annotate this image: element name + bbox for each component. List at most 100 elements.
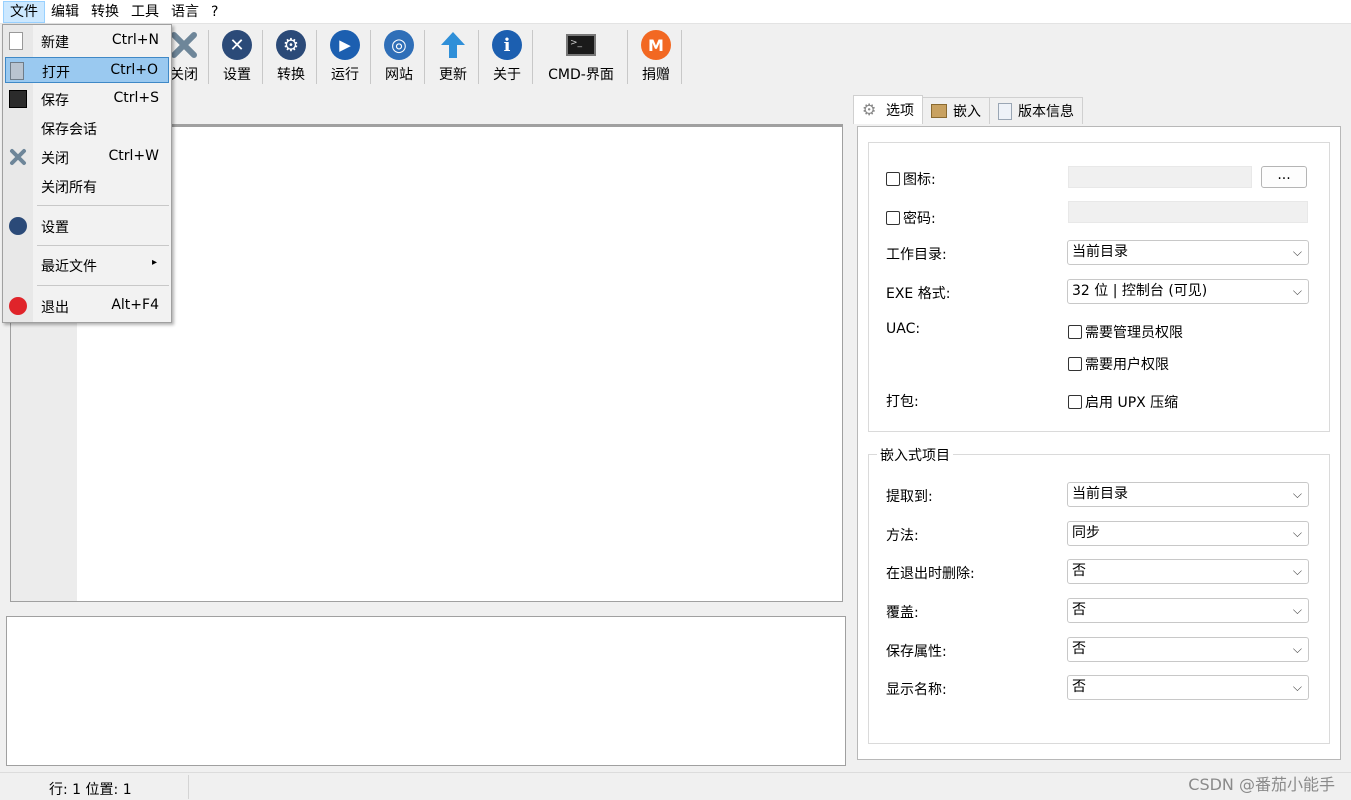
menu-item-save-session[interactable]: 保存会话 [5,115,169,141]
uac-label: UAC: [886,321,921,337]
tab-options[interactable]: ⚙ 选项 [853,95,923,124]
show-name-select[interactable]: 否 ⌵ [1067,675,1309,700]
toolbar-donate-button[interactable]: M 捐赠 [637,29,675,85]
toolbar-convert-button[interactable]: ⚙ 转换 [272,29,310,85]
save-attributes-value: 否 [1072,641,1086,657]
open-folder-icon [10,62,24,80]
settings-icon: ✕ [221,29,253,61]
up-arrow-icon [437,29,469,61]
delete-on-exit-select[interactable]: 否 ⌵ [1067,559,1309,584]
menu-separator [37,285,169,286]
menu-edit[interactable]: 编辑 [45,1,85,23]
extract-to-select[interactable]: 当前目录 ⌵ [1067,482,1309,507]
icon-checkbox[interactable] [886,172,900,186]
show-name-value: 否 [1072,679,1086,695]
menu-item-save-session-label: 保存会话 [41,122,97,138]
overwrite-select[interactable]: 否 ⌵ [1067,598,1309,623]
workdir-label: 工作目录: [886,247,947,263]
password-checkbox-row[interactable]: 密码: [886,208,936,228]
output-panel[interactable] [6,616,846,766]
toolbar-separator [316,30,317,84]
uac-admin-checkbox[interactable] [1068,325,1082,339]
menu-item-settings[interactable]: 设置 [5,213,169,239]
toolbar-separator [478,30,479,84]
upx-label: 启用 UPX 压缩 [1085,395,1179,411]
icon-browse-button[interactable]: ... [1261,166,1307,188]
upx-row[interactable]: 启用 UPX 压缩 [1068,392,1178,412]
chevron-down-icon: ⌵ [1292,642,1302,656]
menu-item-close-all-label: 关闭所有 [41,180,97,196]
icon-checkbox-row[interactable]: 图标: [886,169,936,189]
exe-format-select[interactable]: 32 位 | 控制台 (可见) ⌵ [1067,279,1309,304]
menu-item-save-label: 保存 [41,93,69,109]
tab-version-info-label: 版本信息 [1018,104,1074,120]
chevron-down-icon: ⌵ [1292,284,1302,298]
menu-item-exit[interactable]: 退出 Alt+F4 [5,293,169,319]
toolbar-website-label: 网站 [385,67,413,83]
menu-item-open[interactable]: 打开 Ctrl+O [5,57,169,83]
toolbar-website-button[interactable]: ◎ 网站 [380,29,418,85]
uac-user-checkbox[interactable] [1068,357,1082,371]
exe-format-label: EXE 格式: [886,286,951,302]
password-checkbox[interactable] [886,211,900,225]
toolbar-about-button[interactable]: i 关于 [488,29,526,85]
menu-language[interactable]: 语言 [165,1,205,23]
menu-item-new[interactable]: 新建 Ctrl+N [5,28,169,54]
delete-on-exit-value: 否 [1072,563,1086,579]
menu-item-save-accel: Ctrl+S [113,90,159,106]
menu-item-recent-files-label: 最近文件 [41,259,97,275]
toolbar-run-button[interactable]: ▶ 运行 [326,29,364,85]
uac-user-row[interactable]: 需要用户权限 [1068,354,1169,374]
workdir-select[interactable]: 当前目录 ⌵ [1067,240,1309,265]
save-attributes-label: 保存属性: [886,644,947,660]
terminal-icon: >_ [565,29,597,61]
menu-item-exit-label: 退出 [41,300,69,316]
show-name-label: 显示名称: [886,682,947,698]
menu-item-close-all[interactable]: 关闭所有 [5,173,169,199]
chevron-down-icon: ⌵ [1292,245,1302,259]
upx-checkbox[interactable] [1068,395,1082,409]
menu-item-settings-label: 设置 [41,220,69,236]
menu-item-exit-accel: Alt+F4 [111,297,159,313]
menu-item-close-label: 关闭 [41,151,69,167]
menu-item-new-label: 新建 [41,35,69,51]
delete-on-exit-label: 在退出时删除: [886,566,975,582]
save-attributes-select[interactable]: 否 ⌵ [1067,637,1309,662]
toolbar-update-button[interactable]: 更新 [434,29,472,85]
password-input[interactable] [1068,201,1308,223]
extract-to-value: 当前目录 [1072,486,1128,502]
method-select[interactable]: 同步 ⌵ [1067,521,1309,546]
menu-tools[interactable]: 工具 [125,1,165,23]
uac-admin-label: 需要管理员权限 [1085,325,1183,341]
toolbar-settings-button[interactable]: ✕ 设置 [218,29,256,85]
close-x-icon [9,148,27,166]
menu-item-save[interactable]: 保存 Ctrl+S [5,86,169,112]
chevron-down-icon: ⌵ [1292,680,1302,694]
status-bar: 行: 1 位置: 1 [0,772,1351,800]
gear-icon: ⚙ [275,29,307,61]
icon-path-input[interactable] [1068,166,1252,188]
tab-embed[interactable]: 嵌入 [922,97,990,124]
menu-item-close[interactable]: 关闭 Ctrl+W [5,144,169,170]
pack-label: 打包: [886,394,919,410]
toolbar-cmd-button[interactable]: >_ CMD-界面 [542,29,620,85]
menu-file[interactable]: 文件 [3,0,45,23]
toolbar-separator [424,30,425,84]
tab-version-info[interactable]: 版本信息 [989,97,1083,124]
toolbar-separator [370,30,371,84]
globe-icon: ◎ [383,29,415,61]
menu-help[interactable]: ? [205,1,224,23]
toolbar-update-label: 更新 [439,67,467,83]
toolbar-separator [262,30,263,84]
monero-icon: M [640,29,672,61]
toolbar-separator [532,30,533,84]
toolbar-separator [208,30,209,84]
chevron-down-icon: ⌵ [1292,487,1302,501]
cursor-position: 行: 1 位置: 1 [49,782,132,798]
extract-to-label: 提取到: [886,489,933,505]
document-icon [998,102,1012,120]
menu-item-recent-files[interactable]: 最近文件 ▸ [5,252,169,278]
gear-icon: ⚙ [862,100,877,119]
uac-admin-row[interactable]: 需要管理员权限 [1068,322,1183,342]
menu-convert[interactable]: 转换 [85,1,125,23]
